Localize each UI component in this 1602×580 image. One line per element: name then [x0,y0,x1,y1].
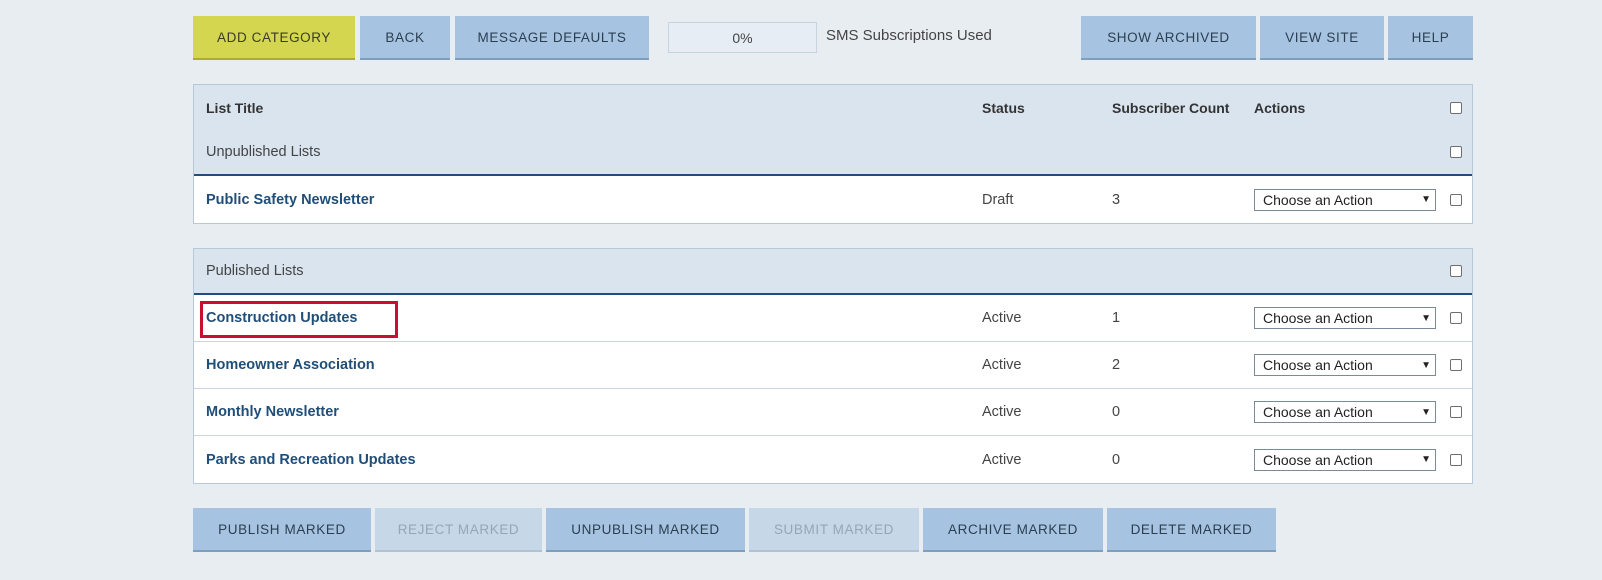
published-group-row: Published Lists [194,249,1472,295]
list-subscriber-count: 0 [1112,451,1121,468]
select-unpublished-checkbox[interactable] [1450,130,1462,174]
publish-marked-button[interactable]: PUBLISH MARKED [193,508,371,552]
table-row: Parks and Recreation Updates Active 0 Ch… [194,436,1472,483]
action-select[interactable]: Choose an Action ▼ [1254,188,1436,211]
show-archived-button[interactable]: SHOW ARCHIVED [1081,16,1256,60]
unpublished-group-row: Unpublished Lists [194,130,1472,176]
list-title-link[interactable]: Homeowner Association [206,342,375,388]
unpublished-lists-label: Unpublished Lists [206,144,321,160]
select-published-checkbox[interactable] [1450,249,1462,293]
list-status: Active [982,357,1022,373]
published-lists-table: Published Lists Construction Updates Act… [193,248,1473,484]
checkbox[interactable] [1450,453,1462,466]
message-defaults-button[interactable]: MESSAGE DEFAULTS [455,16,649,60]
select-all-checkbox[interactable] [1450,85,1462,130]
list-subscriber-count: 1 [1112,310,1121,326]
reject-marked-button: REJECT MARKED [375,508,542,552]
chevron-down-icon: ▼ [1421,454,1431,465]
back-button[interactable]: BACK [360,16,450,60]
row-checkbox[interactable] [1450,342,1462,388]
checkbox[interactable] [1450,193,1462,206]
unpublish-marked-button[interactable]: UNPUBLISH MARKED [546,508,745,552]
sms-usage-bar: 0% [668,22,817,53]
list-status: Active [982,310,1022,326]
delete-marked-button[interactable]: DELETE MARKED [1107,508,1276,552]
list-subscriber-count: 2 [1112,357,1121,373]
action-select-value: Choose an Action [1263,310,1373,326]
published-lists-label: Published Lists [206,263,304,279]
list-subscriber-count: 3 [1112,191,1121,208]
chevron-down-icon: ▼ [1421,359,1431,371]
help-button[interactable]: HELP [1388,16,1473,60]
list-subscriber-count: 0 [1112,404,1121,420]
table-header-row: List Title Status Subscriber Count Actio… [194,85,1472,130]
sms-usage-percent: 0% [732,29,753,46]
table-row: Construction Updates Active 1 Choose an … [194,295,1472,342]
list-status: Draft [982,191,1014,208]
row-checkbox[interactable] [1450,295,1462,341]
table-row: Monthly Newsletter Active 0 Choose an Ac… [194,389,1472,436]
checkbox[interactable] [1450,312,1462,324]
submit-marked-button: SUBMIT MARKED [749,508,919,552]
table-row: Homeowner Association Active 2 Choose an… [194,342,1472,389]
header-actions: Actions [1254,99,1306,116]
add-category-button[interactable]: ADD CATEGORY [193,16,355,60]
header-subscriber-count: Subscriber Count [1112,99,1230,116]
row-checkbox[interactable] [1450,176,1462,223]
action-select[interactable]: Choose an Action ▼ [1254,401,1436,423]
list-title-link[interactable]: Public Safety Newsletter [206,176,374,223]
list-status: Active [982,404,1022,420]
checkbox[interactable] [1450,265,1462,277]
header-status: Status [982,99,1025,116]
checkbox[interactable] [1450,359,1462,371]
checkbox[interactable] [1450,146,1462,158]
list-title-link[interactable]: Parks and Recreation Updates [206,436,416,483]
row-checkbox[interactable] [1450,389,1462,435]
chevron-down-icon: ▼ [1421,406,1431,418]
action-select[interactable]: Choose an Action ▼ [1254,354,1436,376]
action-select-value: Choose an Action [1263,451,1373,468]
sms-usage-label: SMS Subscriptions Used [826,27,992,44]
list-title-link[interactable]: Construction Updates [206,295,357,341]
action-select-value: Choose an Action [1263,404,1373,420]
view-site-button[interactable]: VIEW SITE [1260,16,1384,60]
chevron-down-icon: ▼ [1421,312,1431,324]
header-list-title: List Title [206,99,264,116]
action-select[interactable]: Choose an Action ▼ [1254,448,1436,471]
action-select-value: Choose an Action [1263,357,1373,373]
unpublished-lists-table: List Title Status Subscriber Count Actio… [193,84,1473,224]
action-select[interactable]: Choose an Action ▼ [1254,307,1436,329]
page: ADD CATEGORY BACK MESSAGE DEFAULTS 0% SM… [0,0,1602,580]
table-row: Public Safety Newsletter Draft 3 Choose … [194,176,1472,223]
chevron-down-icon: ▼ [1421,194,1431,205]
checkbox[interactable] [1450,406,1462,418]
archive-marked-button[interactable]: ARCHIVE MARKED [923,508,1103,552]
list-status: Active [982,451,1022,468]
list-title-link[interactable]: Monthly Newsletter [206,389,339,435]
checkbox[interactable] [1450,101,1462,114]
action-select-value: Choose an Action [1263,191,1373,208]
row-checkbox[interactable] [1450,436,1462,483]
